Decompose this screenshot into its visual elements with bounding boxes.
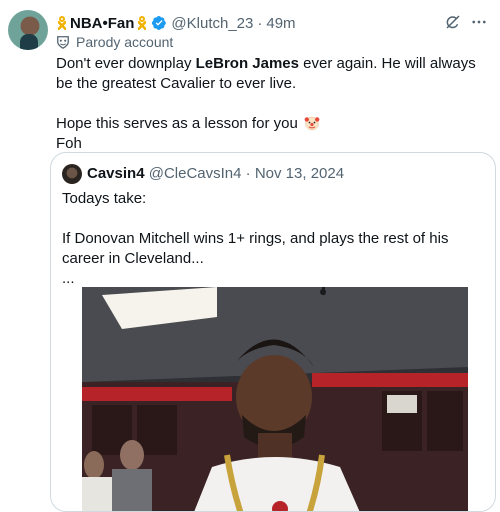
quoted-tweet-date: Nov 13, 2024 [254, 165, 345, 182]
tweet-text: Don't ever downplay LeBron James ever ag… [56, 54, 486, 154]
separator: · [245, 165, 251, 182]
more-icon[interactable] [470, 13, 488, 31]
tweet-header: NBA•Fan @Klutch_23 · 49m [56, 12, 490, 34]
tweet-text-line: Hope this serves as a lesson for you [56, 115, 298, 132]
quoted-text-line: If Donovan Mitchell wins 1+ rings, and p… [62, 230, 449, 267]
clown-face-emoji [304, 116, 320, 131]
parody-label-text: Parody account [76, 34, 174, 50]
verified-badge-icon [152, 16, 167, 30]
quoted-tweet-header: Cavsin4 @CleCavsIn4 · Nov 13, 2024 [87, 165, 344, 182]
tweet-time[interactable]: 49m [266, 15, 295, 32]
yellow-ribbon-icon [57, 16, 67, 30]
author-avatar[interactable] [8, 10, 48, 50]
quoted-tweet[interactable]: Cavsin4 @CleCavsIn4 · Nov 13, 2024 Today… [50, 152, 496, 512]
author-handle[interactable]: @Klutch_23 [171, 15, 253, 32]
quoted-tweet-photo[interactable] [82, 287, 468, 512]
parody-label: Parody account [56, 34, 173, 50]
grok-icon[interactable] [444, 13, 462, 31]
tweet-text-line: Foh [56, 135, 82, 152]
quoted-tweet-text: Todays take: If Donovan Mitchell wins 1+… [62, 189, 482, 289]
quoted-author-avatar [62, 164, 82, 184]
separator: · [257, 14, 263, 32]
quoted-author-name: Cavsin4 [87, 165, 145, 182]
parody-mask-icon [57, 36, 69, 49]
quoted-text-line: ... [62, 270, 75, 287]
quoted-text-line: Todays take: [62, 190, 147, 207]
yellow-ribbon-icon [137, 16, 147, 30]
tweet-text-part: Don't ever downplay [56, 55, 196, 72]
author-name[interactable]: NBA•Fan [70, 15, 134, 32]
mention-lebron: LeBron James [195, 55, 299, 72]
quoted-author-handle: @CleCavsIn4 [148, 165, 242, 182]
